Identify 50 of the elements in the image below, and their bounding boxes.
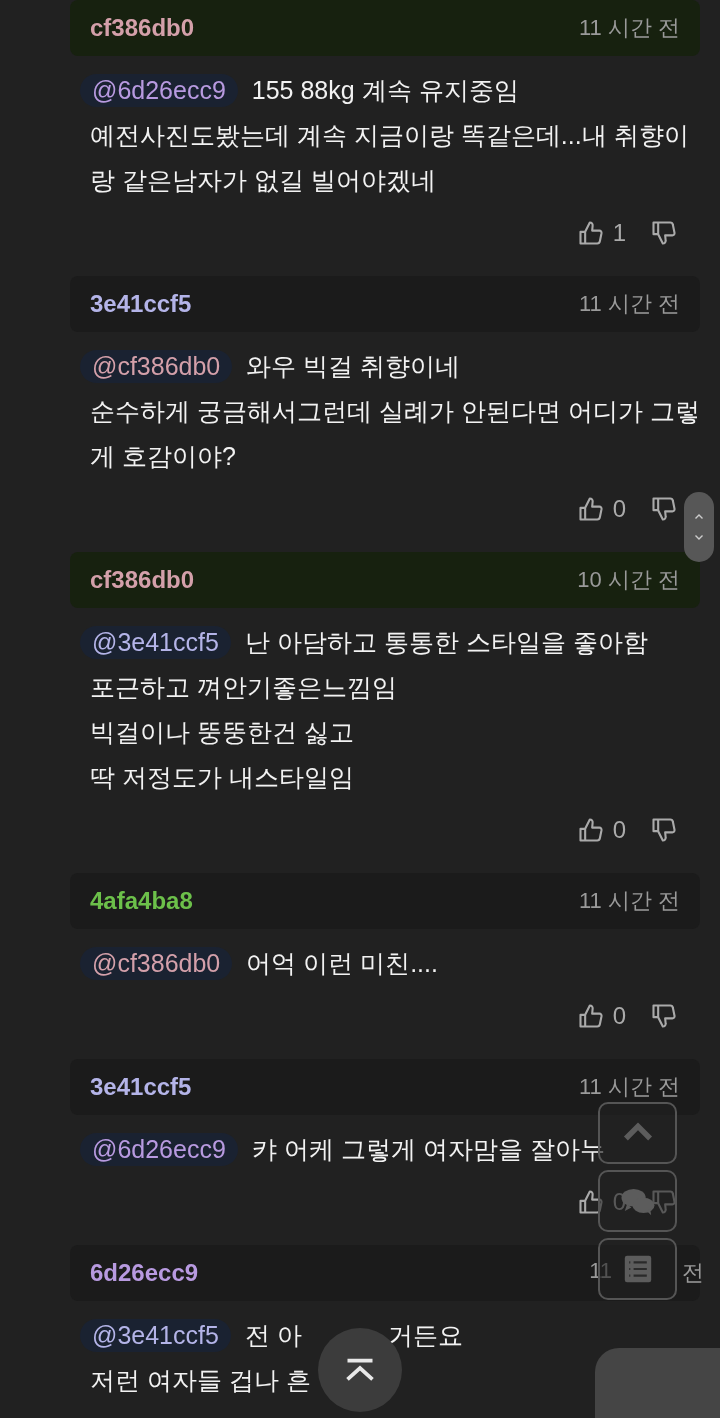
comment-time: 10 시간 전 — [577, 566, 680, 594]
thumbs-down-icon[interactable] — [650, 495, 678, 523]
author-name[interactable]: 4afa4ba8 — [90, 887, 193, 915]
thumbs-up-icon[interactable] — [576, 495, 605, 523]
comment-text: 순수하게 궁금해서그런데 실례가 안된다면 어디가 그렇 — [90, 396, 700, 427]
comment-text: 딱 저정도가 내스타일임 — [90, 762, 354, 793]
comment-text: 예전사진도봤는데 계속 지금이랑 똑같은데...내 취향이 — [90, 120, 689, 151]
comment-text: 거든요 — [387, 1320, 463, 1351]
comment-text: 155 88kg 계속 유지중임 — [251, 75, 519, 106]
thumbs-up-icon[interactable] — [576, 816, 605, 844]
comment-text: 랑 같은남자가 없길 빌어야겠네 — [90, 165, 436, 196]
mention-chip[interactable]: @6d26ecc9 — [80, 74, 238, 107]
thumbs-down-icon[interactable] — [650, 219, 678, 247]
comment-text: 게 호감이야? — [90, 441, 236, 472]
comment-time: 11 시간 전 — [578, 14, 680, 42]
like-count: 0 — [612, 816, 626, 844]
thumbs-up-icon[interactable] — [576, 1188, 605, 1216]
thumbs-up-icon[interactable] — [576, 1002, 605, 1030]
mention-chip[interactable]: @3e41ccf5 — [80, 1319, 231, 1352]
like-count: 0 — [612, 495, 626, 523]
comment-text: 와우 빅걸 취향이네 — [246, 351, 461, 382]
comment-text: 난 아담하고 통통한 스타일을 좋아함 — [244, 627, 648, 658]
thumbs-up-icon[interactable] — [576, 219, 605, 247]
comment-text: 저런 여자들 겁나 흔 — [90, 1365, 311, 1396]
author-name[interactable]: cf386db0 — [90, 14, 195, 42]
scroll-handle[interactable] — [684, 492, 714, 562]
comment-text: 어억 이런 미친.... — [246, 948, 438, 979]
comment-text: 빅걸이나 뚱뚱한건 싫고 — [90, 717, 354, 748]
like-count: 1 — [612, 219, 626, 247]
mention-chip[interactable]: @6d26ecc9 — [80, 1133, 238, 1166]
thumbs-down-icon[interactable] — [650, 816, 678, 844]
comment-time: 11 시간 전 — [578, 887, 680, 915]
comment-text: 캬 어케 그렇게 여자맘을 잘아누 — [251, 1134, 605, 1165]
comment-time: 전 — [682, 1259, 704, 1287]
scroll-top-icon — [345, 1358, 375, 1382]
author-name[interactable]: 3e41ccf5 — [90, 1073, 192, 1101]
mention-chip[interactable]: @cf386db0 — [80, 350, 233, 383]
thumbs-down-icon[interactable] — [650, 1002, 678, 1030]
thumbs-down-icon[interactable] — [650, 1188, 678, 1216]
author-name[interactable]: cf386db0 — [90, 566, 195, 594]
comment-text: 포근하고 껴안기좋은느낌임 — [90, 672, 397, 703]
comment-text: 전 아 — [244, 1320, 302, 1351]
like-count: 0 — [612, 1002, 626, 1030]
mention-chip[interactable]: @cf386db0 — [80, 947, 233, 980]
author-name[interactable]: 3e41ccf5 — [90, 290, 192, 318]
comment-time: 11 시간 전 — [578, 1073, 680, 1101]
mention-chip[interactable]: @3e41ccf5 — [80, 626, 231, 659]
comment-time: 11 시간 전 — [578, 290, 680, 318]
author-name[interactable]: 6d26ecc9 — [90, 1259, 199, 1287]
comment-time: 11 — [589, 1258, 612, 1285]
